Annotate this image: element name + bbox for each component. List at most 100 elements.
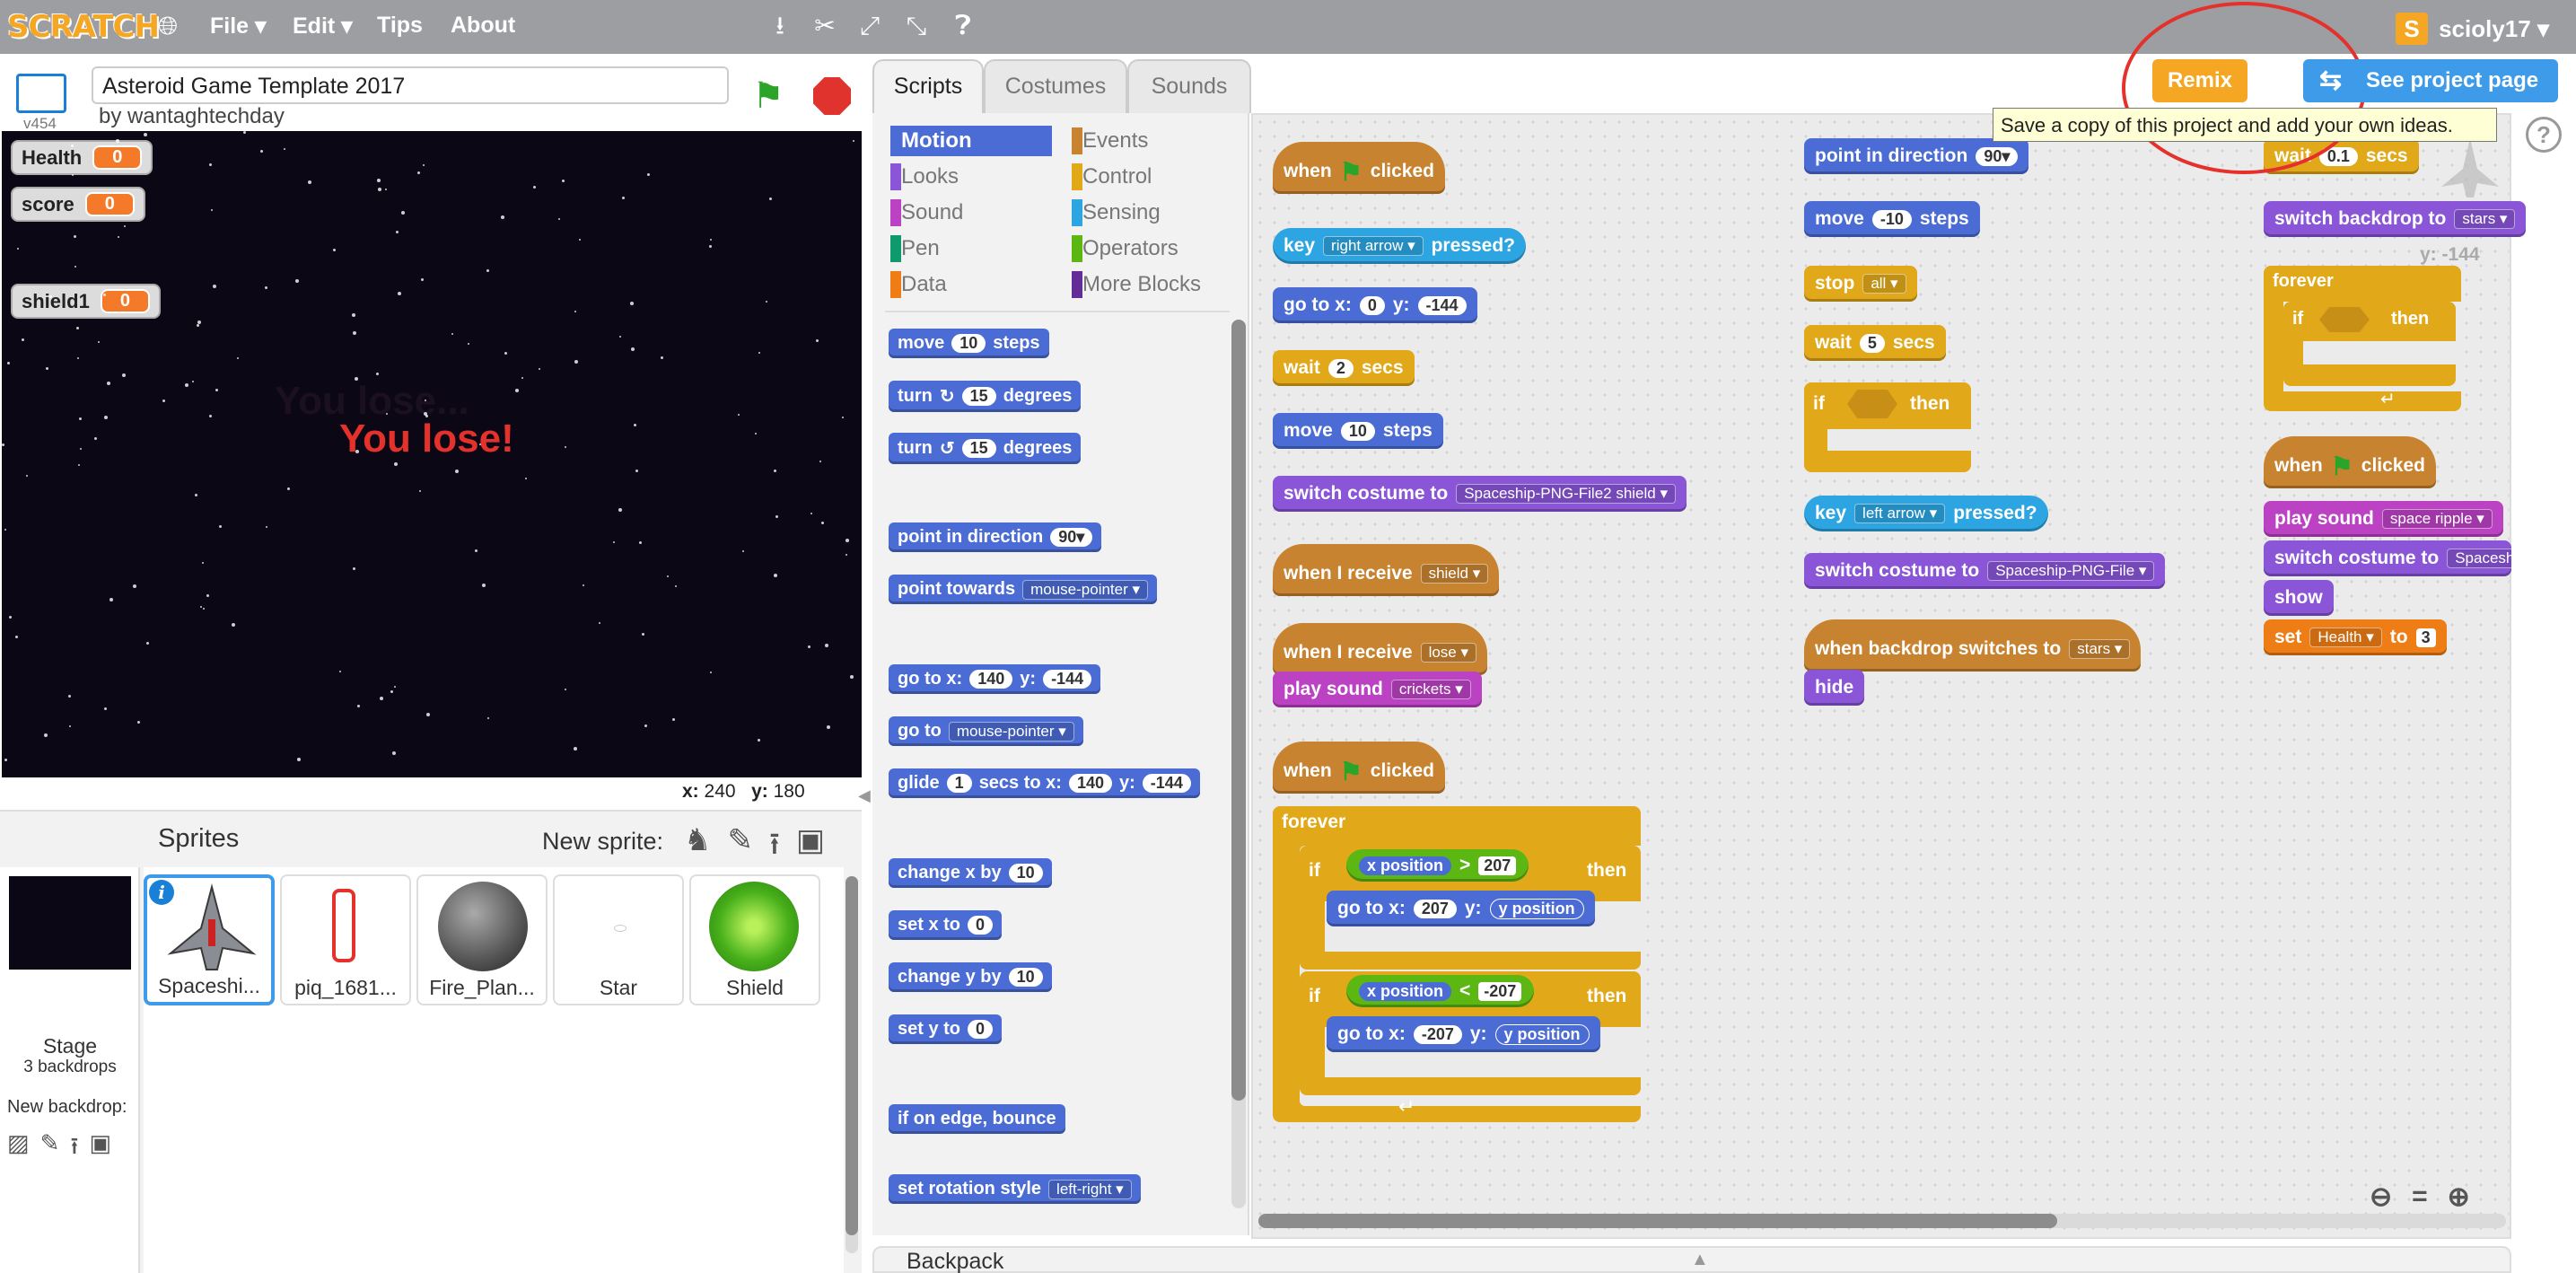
wait-secs-block[interactable]: wait 2 secs — [1273, 350, 1415, 386]
tips-menu[interactable]: Tips — [377, 13, 423, 39]
stage-selector[interactable]: Stage 3 backdrops New backdrop: ▨ ✎ ⭱ ▣ — [0, 867, 140, 1273]
paint-backdrop-icon[interactable]: ✎ — [40, 1129, 60, 1169]
about-menu[interactable]: About — [451, 13, 515, 39]
play-sound-block[interactable]: play sound space ripple ▾ — [2264, 501, 2503, 537]
sprite-tile[interactable]: piq_1681... — [280, 874, 411, 1005]
move-steps-block[interactable]: move -10 steps — [1804, 201, 1980, 237]
greater-than-block[interactable]: x position >207 — [1346, 849, 1529, 882]
category-events[interactable]: Events — [1072, 126, 1233, 156]
shrink-icon[interactable]: ⤡ — [901, 11, 932, 41]
green-flag-icon[interactable]: ⚑ — [752, 75, 784, 117]
upload-icon[interactable]: ⭱ — [769, 822, 780, 874]
collapse-stage-icon[interactable]: ◀ — [858, 786, 871, 805]
move-steps-block[interactable]: move 10 steps — [1273, 413, 1443, 449]
key-pressed-block[interactable]: key left arrow ▾ pressed? — [1804, 496, 2048, 531]
category-more-blocks[interactable]: More Blocks — [1072, 269, 1233, 300]
empty-condition-slot[interactable] — [2319, 307, 2370, 332]
category-pen[interactable]: Pen — [890, 233, 1052, 264]
rotation-style-block[interactable]: set rotation style left-right ▾ — [889, 1174, 1141, 1204]
sprite-list-scrollbar[interactable] — [846, 876, 858, 1253]
change-x-block[interactable]: change x by 10 — [889, 858, 1052, 888]
point-towards-block[interactable]: point towards mouse-pointer ▾ — [889, 575, 1158, 604]
if-then-empty-block[interactable]: if then — [1804, 382, 1971, 472]
stage-thumbnail[interactable] — [9, 876, 131, 970]
scroll-thumb[interactable] — [1231, 320, 1246, 1101]
grow-icon[interactable]: ⤢ — [854, 11, 885, 41]
user-menu[interactable]: S scioly17 ▾ — [2396, 13, 2549, 45]
move-steps-block[interactable]: move 10 steps — [889, 329, 1049, 358]
camera-icon[interactable]: ▣ — [796, 822, 825, 874]
when-flag-clicked-block[interactable]: when ⚑ clicked — [1273, 142, 1445, 194]
less-than-block[interactable]: x position < -207 — [1346, 975, 1535, 1007]
switch-backdrop-block[interactable]: switch backdrop to stars ▾ — [2264, 201, 2527, 237]
tab-costumes[interactable]: Costumes — [984, 59, 1127, 113]
when-receive-shield-block[interactable]: when I receive shield ▾ — [1273, 544, 1500, 596]
if-then-empty-block[interactable]: if then — [2283, 302, 2456, 386]
scratch-logo[interactable]: SCRATCH — [7, 9, 160, 45]
duplicate-stamp-icon[interactable]: ⭳ — [765, 11, 795, 41]
set-x-block[interactable]: set x to 0 — [889, 910, 1003, 940]
scroll-thumb[interactable] — [1258, 1214, 2057, 1228]
category-looks[interactable]: Looks — [890, 162, 1052, 192]
scripts-horizontal-scrollbar[interactable] — [1258, 1214, 2506, 1228]
goto-xy-block[interactable]: go to x: 0 y: -144 — [1273, 287, 1477, 323]
backpack-expand-icon[interactable]: ▲ — [1691, 1246, 1709, 1273]
category-sensing[interactable]: Sensing — [1072, 198, 1233, 228]
switch-costume-block[interactable]: switch costume to Spaceship-PNG-File ▾ — [1804, 553, 2166, 589]
hide-block[interactable]: hide — [1804, 670, 1865, 706]
backdrop-library-icon[interactable]: ▨ — [7, 1129, 30, 1169]
point-direction-block[interactable]: point in direction 90▾ — [889, 522, 1102, 552]
key-pressed-block[interactable]: key right arrow ▾ pressed? — [1273, 228, 1526, 264]
goto-xy-block[interactable]: go to x: -207 y: y position — [1327, 1016, 1600, 1052]
palette-scrollbar[interactable] — [1231, 320, 1246, 1208]
tab-scripts[interactable]: Scripts — [872, 59, 984, 113]
camera-backdrop-icon[interactable]: ▣ — [89, 1129, 111, 1169]
edit-menu[interactable]: Edit ▾ — [293, 13, 353, 40]
category-operators[interactable]: Operators — [1072, 233, 1233, 264]
when-receive-lose-block[interactable]: when I receive lose ▾ — [1273, 623, 1488, 675]
show-block[interactable]: show — [2264, 580, 2334, 616]
delete-scissors-icon[interactable]: ✂ — [810, 11, 840, 41]
sprite-library-icon[interactable]: ♞ — [684, 822, 711, 874]
sprite-tile[interactable]: i Spaceshi... — [144, 874, 275, 1005]
empty-condition-slot[interactable] — [1847, 390, 1897, 418]
stop-sign-icon[interactable] — [813, 77, 851, 115]
play-sound-block[interactable]: play sound crickets ▾ — [1273, 672, 1482, 707]
turn-right-block[interactable]: turn ↻ 15 degrees — [889, 381, 1082, 412]
sprite-tile[interactable]: Fire_Plan... — [416, 874, 548, 1005]
see-project-page-button[interactable]: ⇆ See project page — [2303, 59, 2558, 102]
tab-sounds[interactable]: Sounds — [1127, 59, 1251, 113]
project-title-input[interactable]: Asteroid Game Template 2017 — [92, 66, 729, 104]
when-flag-clicked-block[interactable]: when ⚑ clicked — [2264, 436, 2436, 488]
scripts-area[interactable]: when ⚑ clicked key right arrow ▾ pressed? go… — [1251, 113, 2527, 1239]
glide-block[interactable]: glide 1 secs to x: 140 y: -144 — [889, 768, 1200, 798]
goto-xy-block[interactable]: go to x: 207 y: y position — [1327, 891, 1595, 926]
zoom-reset-icon[interactable]: = — [2412, 1181, 2428, 1213]
scroll-thumb[interactable] — [846, 876, 858, 1235]
set-variable-block[interactable]: set Health ▾ to 3 — [2264, 619, 2447, 655]
category-data[interactable]: Data — [890, 269, 1052, 300]
when-backdrop-switches-block[interactable]: when backdrop switches to stars ▾ — [1804, 619, 2142, 672]
file-menu[interactable]: File ▾ — [210, 13, 267, 40]
category-sound[interactable]: Sound — [890, 198, 1052, 228]
stage-canvas[interactable]: Health 0 score 0 shield1 0 You lose... Y… — [2, 131, 862, 777]
zoom-in-icon[interactable]: ⊕ — [2448, 1181, 2470, 1213]
goto-xy-block[interactable]: go to x: 140 y: -144 — [889, 664, 1101, 694]
backpack-bar[interactable]: Backpack ▲ — [872, 1246, 2511, 1273]
stop-block[interactable]: stop all ▾ — [1804, 266, 1917, 302]
sprite-tile[interactable]: Shield — [689, 874, 820, 1005]
sprite-tile[interactable]: Star — [553, 874, 684, 1005]
help-icon[interactable]: ❓︎ — [948, 11, 978, 41]
when-flag-clicked-block[interactable]: when ⚑ clicked — [1273, 742, 1445, 794]
set-y-block[interactable]: set y to 0 — [889, 1014, 1003, 1044]
globe-icon[interactable]: 🌐︎ — [153, 11, 183, 41]
help-question-icon[interactable]: ? — [2526, 117, 2562, 153]
switch-costume-block[interactable]: switch costume to Spaceship-PNG-File2 shi… — [1273, 476, 1687, 512]
change-y-block[interactable]: change y by 10 — [889, 962, 1052, 992]
remix-button[interactable]: Remix — [2152, 59, 2247, 102]
fullscreen-icon[interactable] — [16, 74, 66, 113]
zoom-out-icon[interactable]: ⊖ — [2370, 1181, 2392, 1213]
bounce-block[interactable]: if on edge, bounce — [889, 1104, 1065, 1134]
goto-block[interactable]: go to mouse-pointer ▾ — [889, 716, 1083, 746]
category-control[interactable]: Control — [1072, 162, 1233, 192]
